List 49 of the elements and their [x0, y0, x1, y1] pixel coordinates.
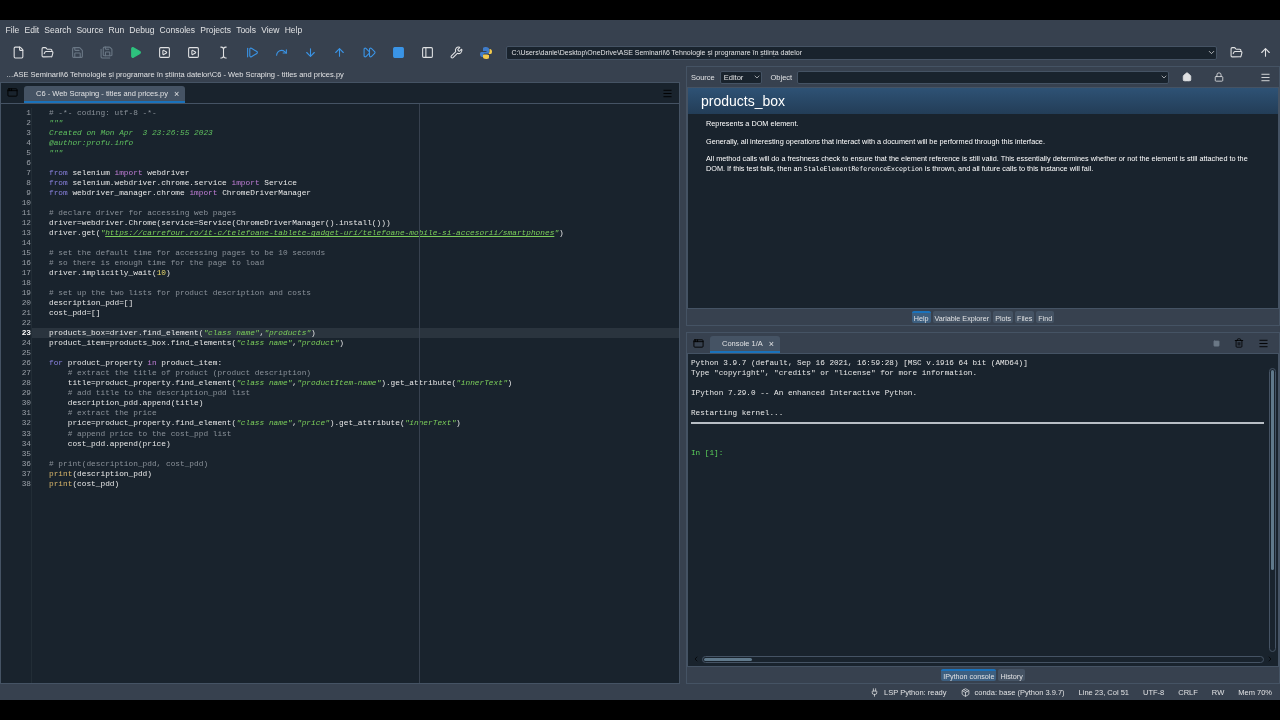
- fast-forward-icon: [362, 46, 376, 59]
- plug-icon: [870, 687, 880, 697]
- folder-icon: [41, 46, 55, 59]
- object-field[interactable]: [797, 70, 1169, 84]
- save-all-icon: [99, 46, 113, 59]
- dropdown-icon: [1207, 48, 1217, 57]
- trash-icon: [1234, 338, 1244, 348]
- chevron-left-icon: [692, 655, 700, 663]
- menu-item[interactable]: Search: [41, 24, 74, 35]
- lock-icon: [1214, 72, 1224, 82]
- menu-icon: [1258, 337, 1269, 349]
- save-icon: [70, 46, 84, 59]
- arrow-down-icon: [304, 46, 318, 59]
- wrench-icon: [450, 46, 464, 59]
- curved-arrow-icon: [274, 46, 288, 59]
- help-title: products_box: [688, 88, 1278, 114]
- folder-icon: [1229, 46, 1243, 59]
- menu-item[interactable]: Help: [282, 24, 305, 35]
- menu-item[interactable]: Tools: [233, 24, 259, 35]
- menu-item[interactable]: View: [258, 24, 283, 35]
- step-forward-icon: [245, 46, 259, 59]
- play-icon: [128, 46, 142, 59]
- arrow-up-icon: [1258, 46, 1272, 59]
- panel-icon: [420, 46, 434, 59]
- close-tab-button[interactable]: ×: [174, 88, 180, 99]
- chevron-right-icon: [1266, 655, 1274, 663]
- menu-icon: [1260, 71, 1271, 83]
- dropdown-icon: [1160, 73, 1168, 81]
- menu-item[interactable]: Run: [106, 24, 127, 35]
- snake-logo-icon[interactable]: [478, 45, 493, 60]
- menu-icon: [662, 87, 673, 99]
- menu-item[interactable]: Debug: [126, 24, 157, 35]
- new-file-icon: [12, 46, 26, 59]
- home-icon: [1182, 72, 1192, 82]
- menu-item[interactable]: Consoles: [157, 24, 198, 35]
- stop-icon: [1213, 339, 1220, 347]
- square-play-icon: [158, 46, 172, 59]
- dropdown-icon: [752, 73, 761, 81]
- menu-item[interactable]: Source: [73, 24, 106, 35]
- menu-item[interactable]: File: [3, 24, 22, 35]
- window-icon: [7, 87, 18, 98]
- close-tab-button[interactable]: ×: [768, 338, 775, 349]
- menu-item[interactable]: Edit: [21, 24, 42, 35]
- package-icon: [960, 687, 970, 697]
- arrow-up-icon: [333, 46, 347, 59]
- square-play-icon: [187, 46, 201, 59]
- menu-item[interactable]: Projects: [197, 24, 234, 35]
- stop-icon: [391, 46, 405, 59]
- window-icon: [693, 337, 704, 349]
